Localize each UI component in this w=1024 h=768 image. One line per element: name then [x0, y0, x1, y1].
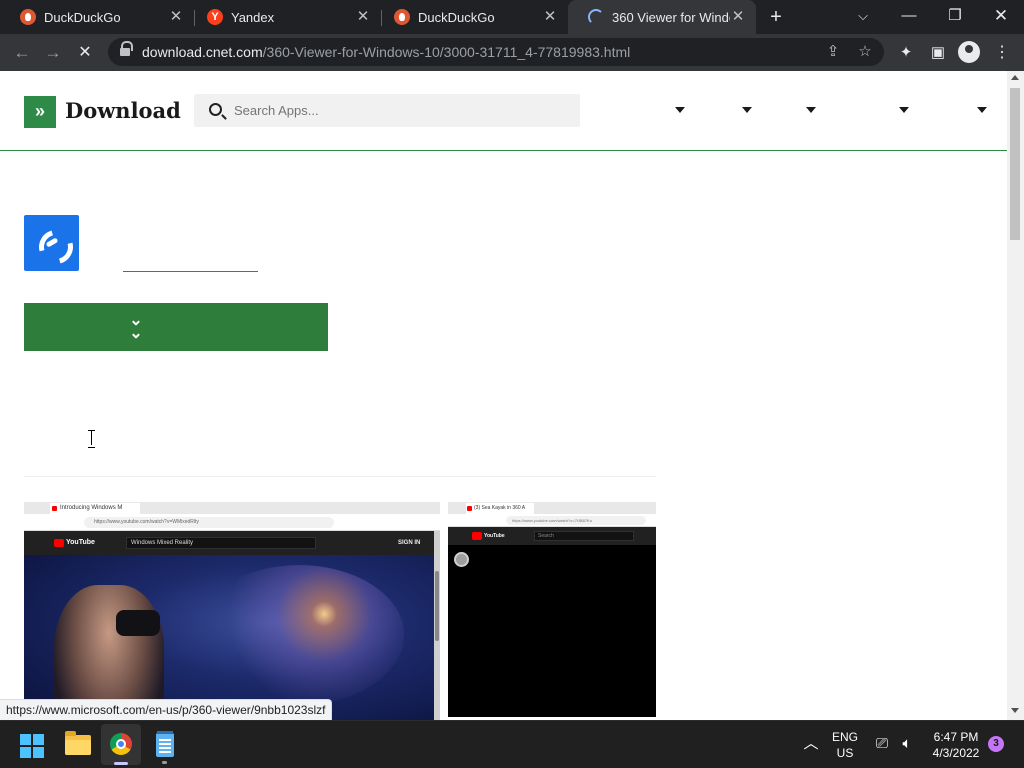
- close-tab-icon[interactable]: ✕: [542, 9, 558, 25]
- app-search-bar[interactable]: [194, 94, 580, 127]
- screenshot-url: https://www.youtube.com/watch?v=7fJB87Ko: [506, 516, 646, 525]
- mixed-reality-video-frame: [24, 555, 434, 720]
- app-screenshot-2[interactable]: (3) Sea Kayak in 360 A https://www.youtu…: [448, 502, 656, 717]
- active-app-indicator: [114, 762, 128, 765]
- tab-duckduckgo-2[interactable]: DuckDuckGo ✕: [374, 0, 568, 34]
- nav-dropdown-caret-icon[interactable]: [899, 107, 909, 113]
- nav-dropdown-caret-icon[interactable]: [977, 107, 987, 113]
- 360-viewer-app-icon: [24, 215, 79, 271]
- page-viewport: » Download ⌄⌄ Introducing Windows M http…: [0, 71, 1024, 720]
- tab-strip: DuckDuckGo ✕ Y Yandex ✕ DuckDuckGo ✕ 360…: [0, 0, 1024, 34]
- extensions-icon[interactable]: ✦: [893, 40, 919, 66]
- youtube-header: YouTube Windows Mixed Reality SIGN IN: [24, 531, 434, 555]
- publisher-link-underline[interactable]: [123, 271, 258, 272]
- lock-icon[interactable]: [120, 41, 133, 57]
- input-region[interactable]: US: [830, 746, 860, 760]
- show-hidden-icons-chevron-up-icon[interactable]: ︿: [802, 734, 820, 754]
- download-now-button[interactable]: ⌄ ⌄: [24, 303, 328, 351]
- text-cursor-icon: [88, 430, 96, 448]
- restore-button[interactable]: ❐: [932, 0, 978, 34]
- loading-indicator-icon: [454, 552, 469, 567]
- download-logo-mark[interactable]: »: [24, 96, 56, 128]
- nav-dropdown-caret-icon[interactable]: [806, 107, 816, 113]
- address-url[interactable]: download.cnet.com/360-Viewer-for-Windows…: [142, 38, 630, 66]
- close-tab-icon[interactable]: ✕: [168, 9, 184, 25]
- forward-button[interactable]: →: [40, 40, 66, 66]
- address-bar[interactable]: download.cnet.com/360-Viewer-for-Windows…: [108, 38, 884, 66]
- download-logo-text[interactable]: Download: [65, 98, 181, 123]
- app-screenshot-1[interactable]: Introducing Windows M https://www.youtub…: [24, 502, 440, 720]
- tab-title: DuckDuckGo: [44, 9, 121, 25]
- screenshot-address-bar: https://www.youtube.com/watch?v=7fJB87Ko: [448, 514, 656, 527]
- bookmark-star-icon[interactable]: ☆: [852, 39, 878, 65]
- search-input[interactable]: [234, 94, 564, 127]
- stop-loading-button[interactable]: ✕: [72, 40, 98, 66]
- nav-dropdown-caret-icon[interactable]: [742, 107, 752, 113]
- tab-title: Yandex: [231, 9, 275, 25]
- scrollbar-thumb[interactable]: [1010, 88, 1020, 240]
- volume-icon[interactable]: 🔈︎: [897, 734, 917, 754]
- page-scrollbar[interactable]: [1007, 71, 1024, 720]
- light-particles: [194, 565, 404, 705]
- youtube-logo: YouTube: [472, 531, 505, 541]
- scroll-down-arrow-icon[interactable]: [1011, 708, 1019, 713]
- chrome-icon: [110, 733, 132, 755]
- tab-search-button[interactable]: ⌵: [840, 0, 886, 34]
- vr-headset: [116, 610, 160, 636]
- share-icon[interactable]: ⇪: [820, 39, 846, 65]
- close-tab-icon[interactable]: ✕: [730, 9, 746, 25]
- nav-dropdown-caret-icon[interactable]: [675, 107, 685, 113]
- youtube-logo: YouTube: [54, 538, 95, 548]
- screenshot-tab-strip: Introducing Windows M: [24, 502, 440, 514]
- windows-taskbar: ︿ ENG US ⎚ 🔈︎ 6:47 PM 4/3/2022: [0, 720, 1024, 768]
- screenshot-tab: Introducing Windows M: [50, 503, 140, 514]
- scroll-up-arrow-icon[interactable]: [1011, 75, 1019, 80]
- youtube-search-box: Windows Mixed Reality: [126, 537, 316, 549]
- duckduckgo-icon: [394, 9, 410, 25]
- input-language[interactable]: ENG: [830, 730, 860, 744]
- menu-kebab-icon[interactable]: ⋮: [989, 40, 1015, 66]
- file-explorer-icon[interactable]: [65, 731, 91, 755]
- section-divider: [24, 476, 656, 477]
- youtube-sign-in: SIGN IN: [398, 540, 421, 546]
- notepad-icon[interactable]: [156, 731, 174, 757]
- tab-360-viewer[interactable]: 360 Viewer for Windows ✕: [568, 0, 756, 34]
- screenshot-url: https://www.youtube.com/watch?v=WMixedRl…: [84, 517, 334, 528]
- url-host: download.cnet.com: [142, 44, 263, 60]
- tab-title: 360 Viewer for Windows: [612, 9, 730, 25]
- screenshot-tab: (3) Sea Kayak in 360 A: [466, 503, 534, 514]
- close-window-button[interactable]: ✕: [978, 0, 1024, 34]
- youtube-search-box: Search: [534, 531, 634, 541]
- new-tab-button[interactable]: +: [765, 6, 787, 28]
- loading-spinner-icon: [588, 9, 604, 25]
- duckduckgo-icon: [20, 9, 36, 25]
- screenshot-address-bar: https://www.youtube.com/watch?v=WMixedRl…: [24, 514, 440, 531]
- close-tab-icon[interactable]: ✕: [355, 9, 371, 25]
- chrome-taskbar-button[interactable]: [101, 724, 141, 765]
- screenshot-tab-strip: (3) Sea Kayak in 360 A: [448, 502, 656, 514]
- tab-duckduckgo-1[interactable]: DuckDuckGo ✕: [0, 0, 194, 34]
- back-button[interactable]: ←: [9, 40, 35, 66]
- minimize-button[interactable]: —: [886, 0, 932, 34]
- url-path: /360-Viewer-for-Windows-10/3000-31711_4-…: [262, 44, 631, 60]
- link-hover-status: https://www.microsoft.com/en-us/p/360-vi…: [0, 699, 333, 720]
- youtube-header: YouTube Search: [448, 527, 656, 545]
- windows-start-icon[interactable]: [20, 734, 44, 758]
- profile-avatar[interactable]: [958, 41, 980, 63]
- screenshot-scrollbar: [434, 531, 440, 720]
- yandex-icon: Y: [207, 9, 223, 25]
- tab-title: DuckDuckGo: [418, 9, 495, 25]
- running-app-indicator: [162, 761, 167, 764]
- double-chevron-down-icon: ⌄ ⌄: [129, 312, 143, 342]
- header-divider: [0, 150, 1007, 151]
- network-icon[interactable]: ⎚: [872, 734, 892, 754]
- browser-toolbar: ← → ✕ download.cnet.com/360-Viewer-for-W…: [0, 34, 1024, 71]
- tab-yandex[interactable]: Y Yandex ✕: [187, 0, 381, 34]
- clock-time[interactable]: 6:47 PM: [924, 730, 988, 744]
- notification-count-badge[interactable]: 3: [988, 736, 1004, 752]
- clock-date[interactable]: 4/3/2022: [924, 746, 988, 760]
- search-icon[interactable]: [209, 103, 222, 116]
- side-panel-icon[interactable]: ▣: [925, 40, 951, 66]
